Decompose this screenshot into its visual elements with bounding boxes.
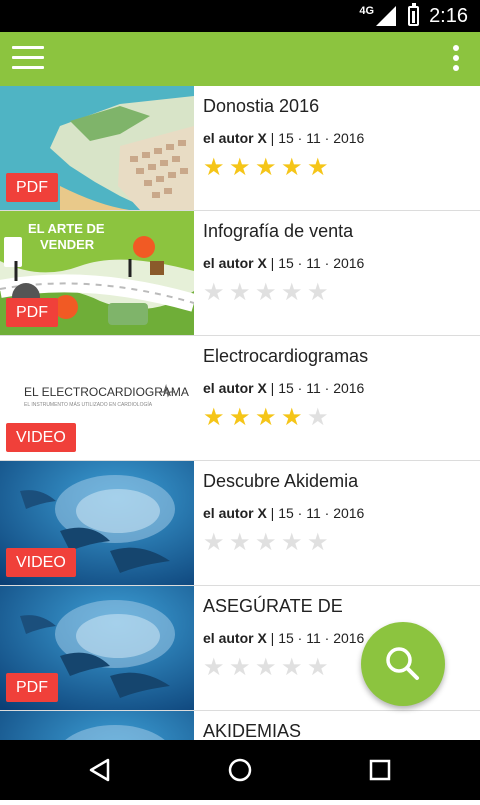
item-title: Donostia 2016 — [203, 96, 320, 116]
star-icon: ★ — [255, 528, 277, 556]
search-icon — [386, 647, 419, 680]
star-icon: ★ — [307, 528, 329, 556]
rating-stars: ★ ★ ★ ★ ★ — [203, 404, 470, 430]
item-meta: el autor X | 15 · 11 · 2016 — [203, 505, 470, 521]
star-icon: ★ — [229, 528, 251, 556]
star-icon: ★ — [307, 153, 329, 181]
clock: 2:16 — [429, 4, 468, 27]
hamburger-icon[interactable] — [12, 46, 44, 72]
star-icon: ★ — [203, 403, 225, 431]
type-badge: PDF — [6, 673, 58, 702]
item-author: el autor X — [203, 505, 267, 521]
list-item[interactable]: PDF Donostia 2016 el autor X | 15 · 11 ·… — [0, 86, 480, 211]
item-title: Electrocardiogramas — [203, 346, 369, 366]
item-title: AKIDEMIAS — [203, 721, 302, 740]
star-icon: ★ — [203, 528, 225, 556]
star-icon: ★ — [229, 153, 251, 181]
list-item[interactable]: EL ELECTROCARDIOGRAMA EL INSTRUMENTO MÁS… — [0, 336, 480, 461]
star-icon: ★ — [229, 403, 251, 431]
item-date: | 15 · 11 · 2016 — [266, 380, 365, 396]
thumb-heading-1: EL ARTE DE — [28, 221, 105, 236]
star-icon: ★ — [229, 278, 251, 306]
thumb-heading-2: VENDER — [40, 237, 95, 252]
item-author: el autor X — [203, 255, 267, 271]
star-icon: ★ — [255, 153, 277, 181]
star-icon: ★ — [307, 278, 329, 306]
star-icon: ★ — [281, 403, 303, 431]
search-fab[interactable] — [361, 622, 445, 706]
rating-stars: ★ ★ ★ ★ ★ — [203, 279, 470, 305]
star-icon: ★ — [281, 278, 303, 306]
star-icon: ★ — [255, 653, 277, 681]
list-item[interactable]: VIDEO Descubre Akidemia el autor X | 15 … — [0, 461, 480, 586]
star-icon: ★ — [203, 153, 225, 181]
item-date: | 15 · 11 · 2016 — [266, 130, 365, 146]
star-icon: ★ — [281, 528, 303, 556]
star-icon: ★ — [203, 278, 225, 306]
list-item[interactable]: AKIDEMIAS — [0, 711, 480, 740]
star-icon: ★ — [229, 653, 251, 681]
star-icon: ★ — [255, 403, 277, 431]
item-author: el autor X — [203, 630, 267, 646]
star-icon: ★ — [281, 653, 303, 681]
navigation-bar — [0, 740, 480, 800]
type-badge: VIDEO — [6, 548, 76, 577]
item-date: | 15 · 11 · 2016 — [266, 630, 365, 646]
item-title: Descubre Akidemia — [203, 471, 359, 491]
item-meta: el autor X | 15 · 11 · 2016 — [203, 255, 470, 271]
thumbnail-image — [0, 711, 194, 740]
star-icon: ★ — [203, 653, 225, 681]
type-badge: PDF — [6, 173, 58, 202]
item-date: | 15 · 11 · 2016 — [266, 505, 365, 521]
star-icon: ★ — [281, 153, 303, 181]
status-bar: 4G 2:16 — [0, 0, 480, 32]
star-icon: ★ — [307, 653, 329, 681]
thumb-subtitle: EL INSTRUMENTO MÁS UTILIZADO EN CARDIOLO… — [24, 401, 153, 408]
item-title: ASEGÚRATE DE — [203, 596, 343, 616]
type-badge: PDF — [6, 298, 58, 327]
item-meta: el autor X | 15 · 11 · 2016 — [203, 130, 470, 146]
network-type: 4G — [359, 5, 375, 17]
star-icon: ★ — [255, 278, 277, 306]
app-bar — [0, 32, 480, 86]
rating-stars: ★ ★ ★ ★ ★ — [203, 154, 470, 180]
home-circle-icon[interactable] — [210, 740, 270, 800]
item-meta: el autor X | 15 · 11 · 2016 — [203, 380, 470, 396]
recents-square-icon[interactable] — [350, 740, 410, 800]
star-icon: ★ — [307, 403, 329, 431]
item-author: el autor X — [203, 380, 267, 396]
item-title: Infografía de venta — [203, 221, 354, 241]
signal-icon — [376, 6, 397, 26]
rating-stars: ★ ★ ★ ★ ★ — [203, 529, 470, 555]
battery-icon — [408, 3, 420, 26]
back-triangle-icon[interactable] — [70, 740, 130, 800]
type-badge: VIDEO — [6, 423, 76, 452]
more-vert-icon[interactable] — [452, 45, 460, 73]
item-author: el autor X — [203, 130, 267, 146]
list-item[interactable]: EL ARTE DE VENDER PDF Infografía de vent… — [0, 211, 480, 336]
item-date: | 15 · 11 · 2016 — [266, 255, 365, 271]
